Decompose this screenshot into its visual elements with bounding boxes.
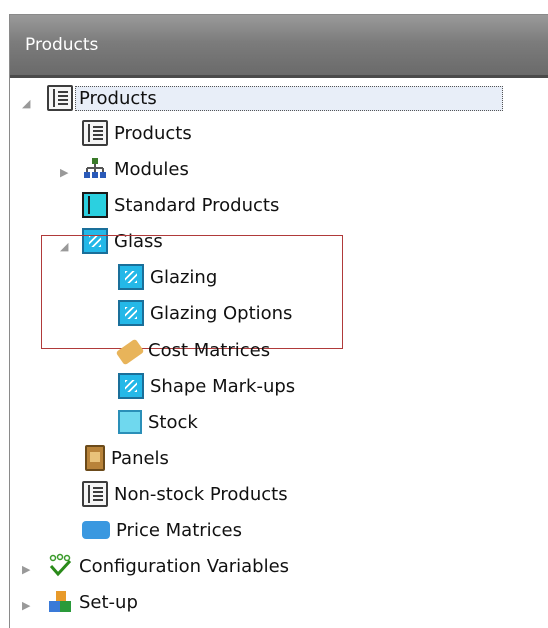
tree-item-products[interactable]: Products — [82, 116, 192, 150]
tree-item-label: Non-stock Products — [114, 483, 288, 505]
book-icon — [47, 85, 73, 111]
tree-item-configuration-variables[interactable]: Configuration Variables — [47, 549, 289, 583]
tree-item-setup[interactable]: Set-up — [47, 585, 138, 619]
tree-item-label: Standard Products — [114, 194, 280, 216]
tag-icon — [115, 338, 145, 366]
tree-item-label: Modules — [114, 158, 189, 180]
variables-checkmark-icon — [49, 553, 72, 577]
tree-item-modules[interactable]: Modules — [82, 152, 189, 186]
products-panel: Products ◢ Products Products ▶ Modules S… — [9, 14, 548, 628]
tree-item-label: Shape Mark-ups — [150, 375, 296, 397]
price-matrix-icon — [82, 521, 110, 539]
glass-icon — [118, 373, 144, 399]
tree-item-stock[interactable]: Stock — [118, 405, 198, 439]
header-divider — [10, 75, 548, 78]
panel-header: Products — [10, 15, 548, 75]
tree-item-products-root[interactable]: Products — [47, 81, 503, 115]
collapse-arrow-icon[interactable]: ▶ — [22, 563, 30, 576]
glass-pane-icon — [118, 410, 142, 434]
standard-product-icon — [82, 192, 108, 218]
collapse-arrow-icon[interactable]: ▶ — [60, 166, 68, 179]
tree-item-label: Set-up — [79, 591, 138, 613]
highlight-box — [41, 235, 343, 349]
tree-item-standard-products[interactable]: Standard Products — [82, 188, 279, 222]
tree-item-shape-markups[interactable]: Shape Mark-ups — [118, 369, 295, 403]
tree-item-label: Stock — [148, 411, 198, 433]
panel-title: Products — [25, 35, 99, 55]
tree-item-label: Products — [114, 122, 192, 144]
hierarchy-icon — [84, 158, 106, 178]
tree-item-label: Price Matrices — [116, 519, 242, 541]
book-icon — [82, 481, 108, 507]
collapse-arrow-icon[interactable]: ▶ — [22, 599, 30, 612]
tree-item-panels[interactable]: Panels — [82, 441, 169, 475]
panel-door-icon — [85, 445, 105, 471]
setup-blocks-icon — [49, 591, 71, 612]
tree-item-cost-matrices[interactable]: Cost Matrices — [115, 333, 271, 367]
tree-item-price-matrices[interactable]: Price Matrices — [82, 513, 242, 547]
expand-arrow-icon[interactable]: ◢ — [22, 97, 30, 110]
tree-item-label: Products — [75, 85, 503, 111]
tree-item-label: Panels — [111, 447, 169, 469]
tree-item-label: Cost Matrices — [148, 339, 271, 361]
book-icon — [82, 120, 108, 146]
tree-item-label: Configuration Variables — [79, 555, 290, 577]
tree-item-non-stock-products[interactable]: Non-stock Products — [82, 477, 288, 511]
